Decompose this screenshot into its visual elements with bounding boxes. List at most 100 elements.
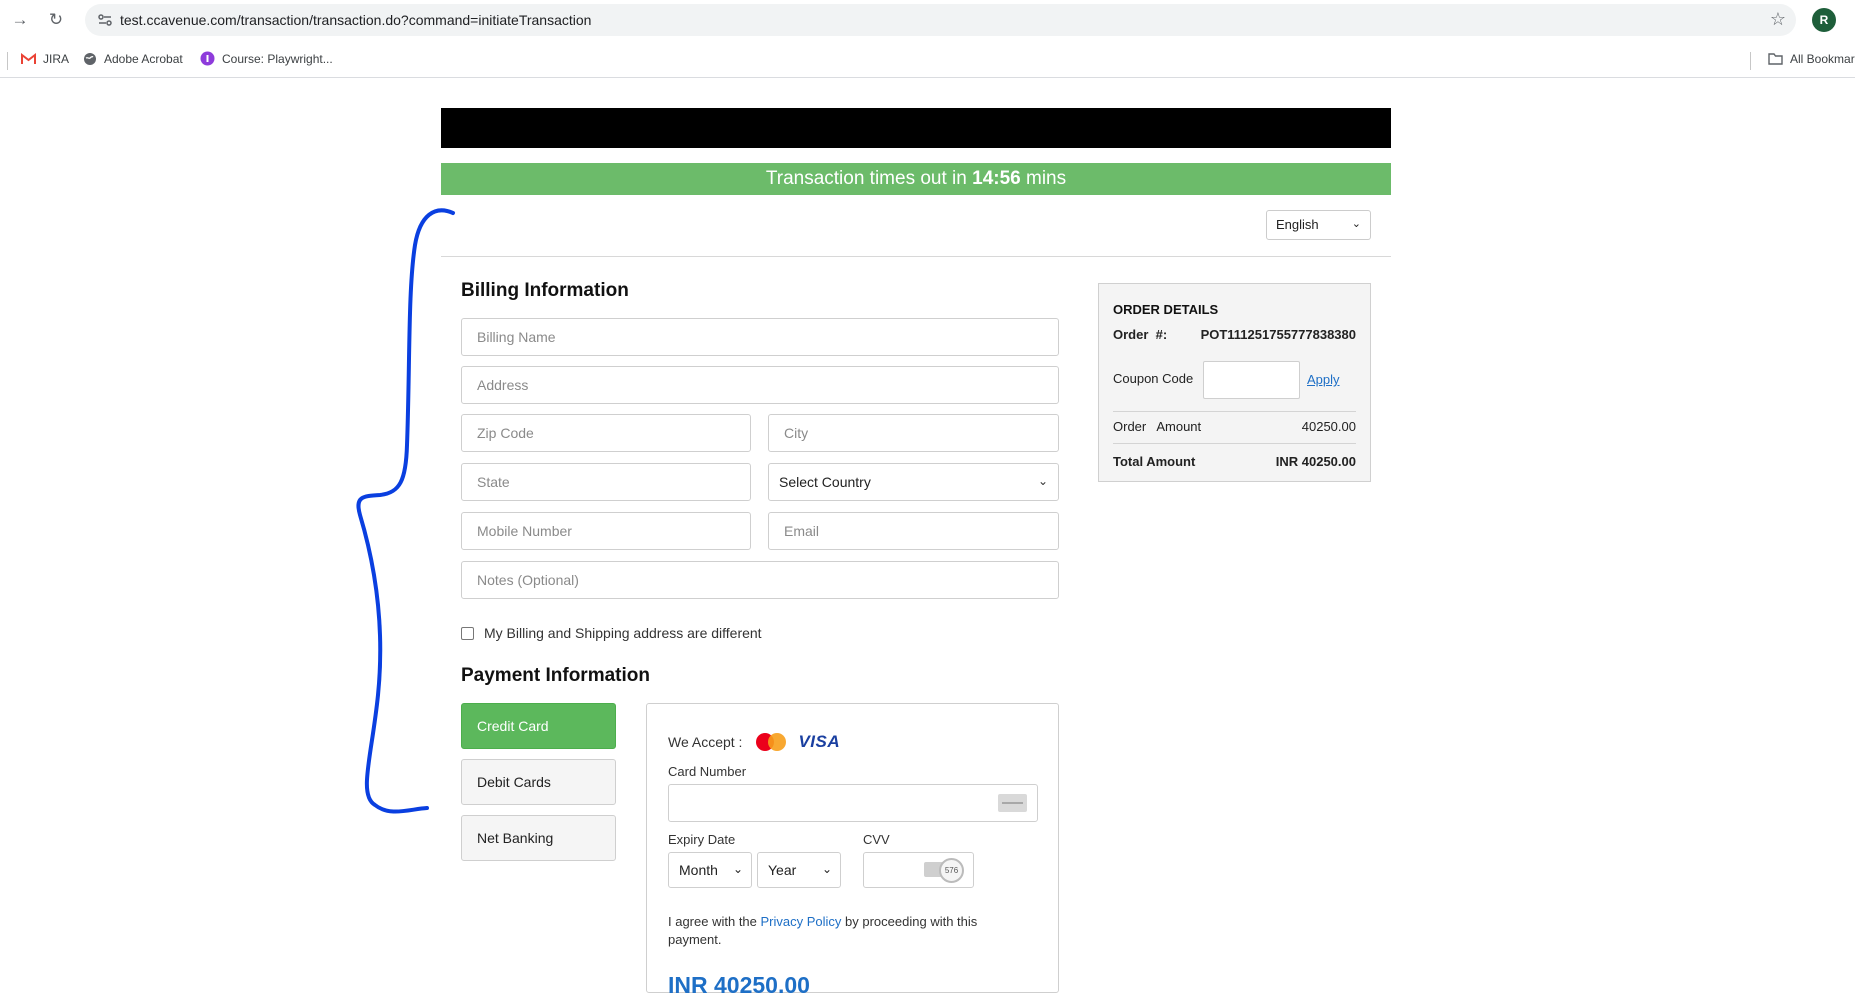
expiry-year-select[interactable]: Year ⌄ [757, 852, 841, 888]
placeholder: Email [784, 523, 820, 539]
mobile-number-input[interactable]: Mobile Number [461, 512, 751, 550]
zip-code-input[interactable]: Zip Code [461, 414, 751, 452]
order-details-title: ORDER DETAILS [1113, 302, 1219, 317]
forward-arrow-icon[interactable]: → [8, 8, 32, 32]
total-amount-row: Total Amount INR 40250.00 [1113, 454, 1356, 469]
placeholder: Address [477, 377, 529, 393]
all-bookmarks-label: All Bookmarks [1790, 51, 1855, 66]
tab-label: Net Banking [477, 830, 554, 846]
url-text[interactable]: test.ccavenue.com/transaction/transactio… [120, 12, 591, 28]
chevron-down-icon: ⌄ [1037, 474, 1048, 488]
privacy-agreement: I agree with the Privacy Policy by proce… [668, 913, 1018, 949]
profile-avatar[interactable]: R [1812, 8, 1836, 32]
placeholder: Notes (Optional) [477, 572, 579, 588]
placeholder: City [784, 425, 809, 441]
address-input[interactable]: Address [461, 366, 1059, 404]
browser-toolbar: → ↻ test.ccavenue.com/transaction/transa… [0, 0, 1855, 40]
bookmark-jira[interactable]: JIRA [21, 51, 69, 66]
card-icon [998, 794, 1027, 812]
merchant-banner [441, 108, 1391, 148]
placeholder: State [477, 474, 510, 490]
timeout-suffix: mins [1020, 168, 1067, 189]
expiry-month-select[interactable]: Month ⌄ [668, 852, 752, 888]
reload-icon[interactable]: ↻ [44, 8, 68, 32]
bookmark-separator [7, 52, 8, 70]
state-input[interactable]: State [461, 463, 751, 501]
tab-credit-card[interactable]: Credit Card [461, 703, 616, 749]
bookmark-label: Course: Playwright... [222, 51, 333, 66]
folder-icon [1768, 51, 1783, 66]
order-amount-label: Order Amount [1113, 419, 1202, 434]
globe-icon [82, 51, 97, 66]
order-amount-row: Order Amount 40250.00 [1113, 419, 1356, 434]
order-details-box: ORDER DETAILS Order #: POT11125175577783… [1098, 283, 1371, 482]
privacy-policy-link[interactable]: Privacy Policy [761, 914, 842, 929]
placeholder: Zip Code [477, 425, 534, 441]
notes-input[interactable]: Notes (Optional) [461, 561, 1059, 599]
bookmarks-bar: JIRA Adobe Acrobat Course: Playwright...… [0, 42, 1855, 78]
month-selected: Month [679, 862, 718, 878]
billing-name-input[interactable]: Billing Name [461, 318, 1059, 356]
bookmark-star-icon[interactable]: ☆ [1770, 9, 1786, 30]
credit-card-panel: We Accept : VISA Card Number Expiry Date… [646, 703, 1059, 998]
different-address-row[interactable]: My Billing and Shipping address are diff… [461, 625, 762, 641]
cvv-sample: 576 [939, 858, 964, 883]
language-selected: English [1276, 217, 1319, 232]
language-select[interactable]: English ⌄ [1266, 210, 1371, 240]
header-divider [441, 256, 1391, 257]
email-input[interactable]: Email [768, 512, 1059, 550]
address-bar[interactable]: test.ccavenue.com/transaction/transactio… [85, 4, 1796, 36]
coupon-code-input[interactable] [1203, 361, 1300, 399]
bookmark-course-playwright[interactable]: Course: Playwright... [200, 51, 333, 66]
different-address-label: My Billing and Shipping address are diff… [484, 625, 762, 641]
expiry-date-label: Expiry Date [668, 832, 736, 847]
cvv-hint-icon: 576 [924, 858, 964, 883]
order-divider [1113, 443, 1356, 444]
gmail-icon [21, 51, 36, 66]
bookmark-label: Adobe Acrobat [104, 51, 183, 66]
tab-label: Debit Cards [477, 774, 551, 790]
chevron-down-icon: ⌄ [821, 862, 832, 876]
city-input[interactable]: City [768, 414, 1059, 452]
timeout-banner: Transaction times out in 14:56 mins [441, 163, 1391, 195]
order-number-row: Order #: POT111251755777838380 [1113, 327, 1356, 342]
visa-logo: VISA [798, 732, 841, 751]
cvv-input[interactable]: 576 [863, 852, 974, 888]
cvv-label: CVV [863, 832, 890, 847]
different-address-checkbox[interactable] [461, 626, 474, 640]
order-number-label: Order #: [1113, 327, 1168, 342]
order-number-value: POT111251755777838380 [1200, 327, 1356, 342]
tab-net-banking[interactable]: Net Banking [461, 815, 616, 861]
chevron-down-icon: ⌄ [1351, 218, 1361, 230]
country-selected: Select Country [779, 474, 871, 490]
mastercard-icon [754, 731, 788, 753]
order-divider [1113, 411, 1356, 412]
apply-coupon-link[interactable]: Apply [1307, 372, 1340, 387]
accepted-cards: We Accept : VISA [668, 731, 840, 753]
site-info-icon[interactable] [97, 12, 113, 28]
total-amount-value: INR 40250.00 [1275, 454, 1356, 469]
order-amount-value: 40250.00 [1301, 419, 1356, 434]
payment-title: Payment Information [461, 665, 650, 686]
all-bookmarks[interactable]: All Bookmarks [1768, 51, 1855, 66]
billing-title: Billing Information [461, 280, 629, 301]
card-number-label: Card Number [668, 764, 747, 779]
year-selected: Year [768, 862, 797, 878]
bookmark-label: JIRA [43, 51, 70, 66]
country-select[interactable]: Select Country ⌄ [768, 463, 1059, 501]
bookmark-adobe-acrobat[interactable]: Adobe Acrobat [82, 51, 183, 66]
timeout-time: 14:56 [972, 168, 1021, 189]
course-icon [200, 51, 215, 66]
chevron-down-icon: ⌄ [732, 862, 743, 876]
timeout-prefix: Transaction times out in [765, 168, 973, 189]
placeholder: Mobile Number [477, 523, 572, 539]
tab-label: Credit Card [477, 718, 549, 734]
total-amount-label: Total Amount [1113, 454, 1196, 469]
annotation-bracket [356, 208, 455, 814]
payment-amount: INR 40250.00 [668, 972, 810, 998]
placeholder: Billing Name [477, 329, 556, 345]
agree-prefix: I agree with the [668, 914, 761, 929]
card-number-input[interactable] [668, 784, 1038, 822]
bookmark-separator [1750, 52, 1751, 70]
tab-debit-cards[interactable]: Debit Cards [461, 759, 616, 805]
